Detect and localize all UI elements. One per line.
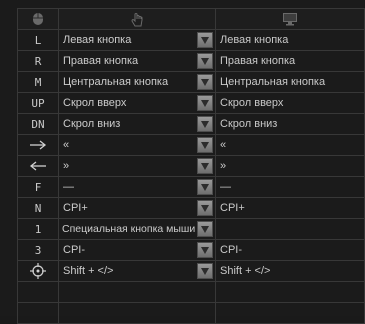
assign-cell[interactable]: Левая кнопка bbox=[58, 29, 216, 51]
mapping-row-up: UP Скрол вверх Скрол вверх bbox=[17, 92, 365, 114]
arrow-left-icon bbox=[29, 161, 46, 171]
assign-label: Shift + </> bbox=[63, 265, 114, 277]
mapping-row-f: F — — bbox=[17, 176, 365, 198]
row-key: L bbox=[17, 29, 59, 51]
button-mapping-table: L Левая кнопка Левая кнопка R Правая кно… bbox=[17, 8, 365, 324]
default-value: Правая кнопка bbox=[215, 50, 365, 72]
default-value: « bbox=[215, 134, 365, 156]
mapping-row-l: L Левая кнопка Левая кнопка bbox=[17, 29, 365, 51]
default-value: CPI+ bbox=[215, 197, 365, 219]
dropdown-button[interactable] bbox=[197, 179, 213, 195]
default-value: Скрол вверх bbox=[215, 92, 365, 114]
empty-cell bbox=[215, 281, 365, 303]
assign-cell[interactable]: Скрол вниз bbox=[58, 113, 216, 135]
dropdown-button[interactable] bbox=[197, 32, 213, 48]
default-value: Центральная кнопка bbox=[215, 71, 365, 93]
dropdown-button[interactable] bbox=[197, 116, 213, 132]
assign-label: — bbox=[63, 181, 74, 193]
assign-label: Правая кнопка bbox=[63, 55, 139, 67]
dropdown-button[interactable] bbox=[197, 242, 213, 258]
assign-cell[interactable]: » bbox=[58, 155, 216, 177]
assign-label: Специальная кнопка мыши bbox=[62, 223, 196, 235]
assign-label: Скрол вниз bbox=[63, 118, 121, 130]
row-key: UP bbox=[17, 92, 59, 114]
default-value: — bbox=[215, 176, 365, 198]
dropdown-button[interactable] bbox=[197, 158, 213, 174]
default-value: CPI- bbox=[215, 239, 365, 261]
empty-cell bbox=[215, 302, 365, 324]
row-key: R bbox=[17, 50, 59, 72]
empty-row bbox=[17, 302, 365, 324]
row-key: 3 bbox=[17, 239, 59, 261]
assign-cell[interactable]: Shift + </> bbox=[58, 260, 216, 282]
assign-label: « bbox=[63, 139, 70, 151]
mapping-row-m: M Центральная кнопка Центральная кнопка bbox=[17, 71, 365, 93]
header-mouse-cell bbox=[17, 8, 59, 30]
mapping-row-back: » » bbox=[17, 155, 365, 177]
empty-cell bbox=[17, 302, 59, 324]
button-mapping-panel: L Левая кнопка Левая кнопка R Правая кно… bbox=[0, 0, 365, 324]
empty-row bbox=[17, 281, 365, 303]
dropdown-button[interactable] bbox=[197, 53, 213, 69]
default-value: Shift + </> bbox=[215, 260, 365, 282]
default-value bbox=[215, 218, 365, 240]
row-key: 1 bbox=[17, 218, 59, 240]
assign-cell[interactable]: CPI- bbox=[58, 239, 216, 261]
empty-cell bbox=[17, 281, 59, 303]
dropdown-button[interactable] bbox=[197, 263, 213, 279]
header-assign-cell bbox=[58, 8, 216, 30]
mapping-row-3: 3 CPI- CPI- bbox=[17, 239, 365, 261]
row-key: DN bbox=[17, 113, 59, 135]
assign-cell[interactable]: Правая кнопка bbox=[58, 50, 216, 72]
assign-label: Центральная кнопка bbox=[63, 76, 169, 88]
assign-cell[interactable]: CPI+ bbox=[58, 197, 216, 219]
arrow-right-icon bbox=[30, 140, 47, 150]
default-value: Левая кнопка bbox=[215, 29, 365, 51]
dropdown-button[interactable] bbox=[197, 137, 213, 153]
row-key: F bbox=[17, 176, 59, 198]
monitor-icon bbox=[283, 13, 297, 26]
mapping-row-dn: DN Скрол вниз Скрол вниз bbox=[17, 113, 365, 135]
assign-label: CPI- bbox=[63, 244, 85, 256]
table-header-row bbox=[17, 8, 365, 30]
row-key bbox=[17, 260, 59, 282]
hand-icon bbox=[131, 12, 143, 26]
mapping-row-forward: « « bbox=[17, 134, 365, 156]
header-default-cell bbox=[215, 8, 365, 30]
assign-cell[interactable]: « bbox=[58, 134, 216, 156]
dropdown-button[interactable] bbox=[197, 200, 213, 216]
row-key: N bbox=[17, 197, 59, 219]
assign-cell[interactable]: — bbox=[58, 176, 216, 198]
default-value: » bbox=[215, 155, 365, 177]
crosshair-icon bbox=[30, 263, 46, 279]
empty-cell bbox=[58, 302, 216, 324]
row-key bbox=[17, 155, 59, 177]
assign-cell[interactable]: Специальная кнопка мыши bbox=[58, 218, 216, 240]
mouse-icon bbox=[33, 13, 43, 25]
assign-label: Левая кнопка bbox=[63, 34, 132, 46]
assign-label: Скрол вверх bbox=[63, 97, 127, 109]
assign-cell[interactable]: Скрол вверх bbox=[58, 92, 216, 114]
mapping-row-sniper: Shift + </> Shift + </> bbox=[17, 260, 365, 282]
mapping-row-r: R Правая кнопка Правая кнопка bbox=[17, 50, 365, 72]
row-key: M bbox=[17, 71, 59, 93]
assign-cell[interactable]: Центральная кнопка bbox=[58, 71, 216, 93]
row-key bbox=[17, 134, 59, 156]
dropdown-button[interactable] bbox=[197, 95, 213, 111]
mapping-row-1: 1 Специальная кнопка мыши bbox=[17, 218, 365, 240]
empty-cell bbox=[58, 281, 216, 303]
mapping-row-n: N CPI+ CPI+ bbox=[17, 197, 365, 219]
assign-label: » bbox=[63, 160, 70, 172]
default-value: Скрол вниз bbox=[215, 113, 365, 135]
dropdown-button[interactable] bbox=[197, 221, 213, 237]
dropdown-button[interactable] bbox=[197, 74, 213, 90]
assign-label: CPI+ bbox=[63, 202, 88, 214]
